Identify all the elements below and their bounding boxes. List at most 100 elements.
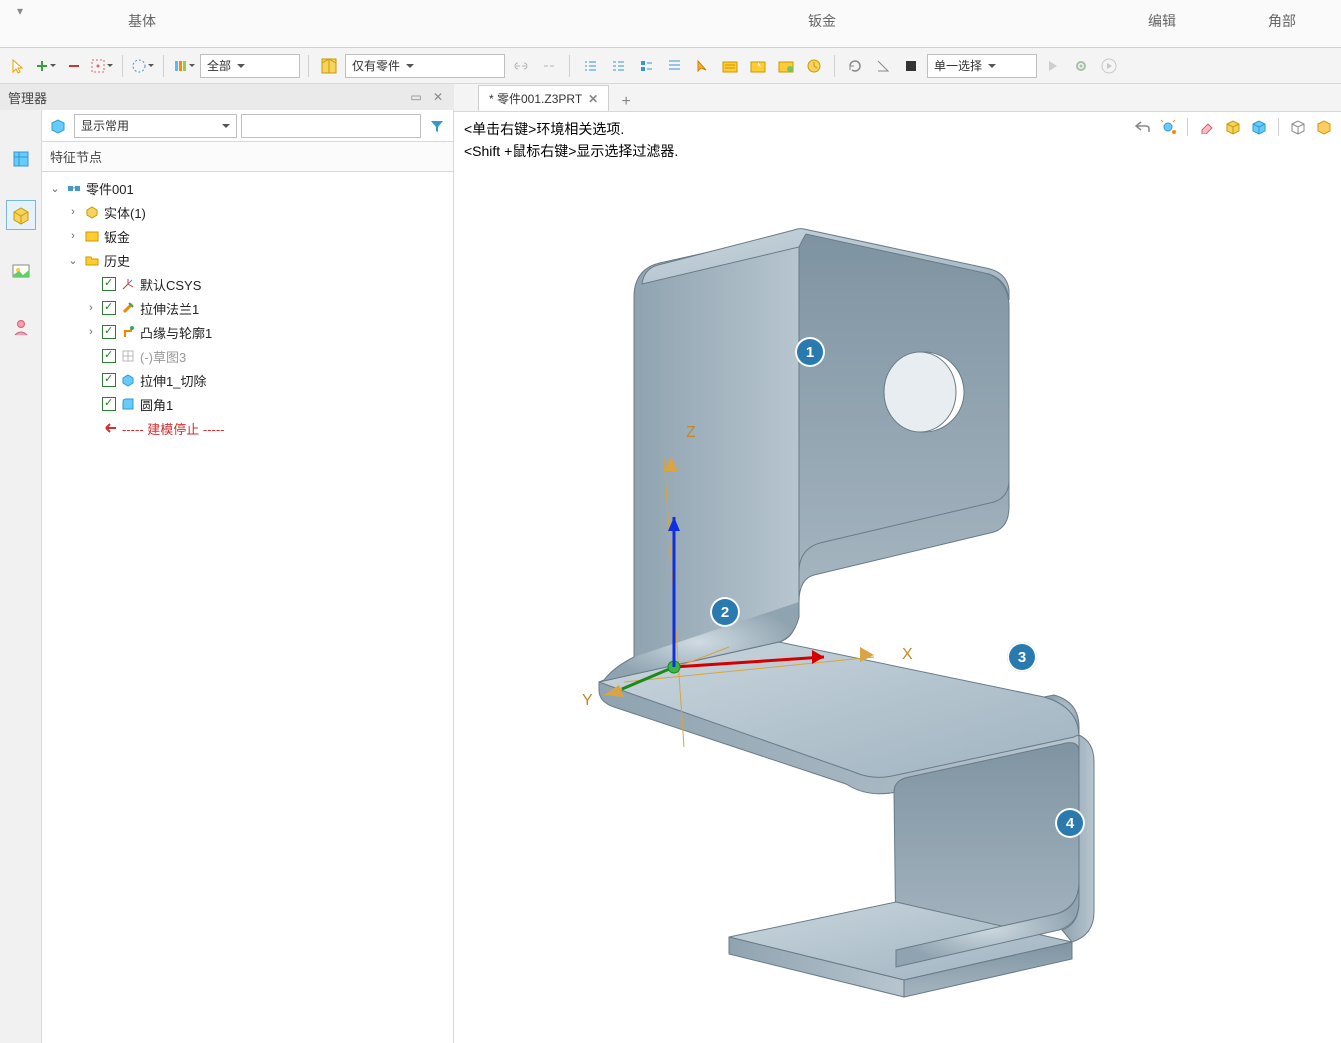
ribbon-tab-sheetmetal[interactable]: 钣金 bbox=[180, 0, 860, 47]
tree-node-flange[interactable]: ›拉伸法兰1 bbox=[44, 296, 451, 320]
feature-tree: ⌄零件001 ›实体(1) ›钣金 ⌄历史 默认CSYS ›拉伸法兰1 ›凸缘与… bbox=[42, 172, 453, 1043]
axis-z-label: Z bbox=[686, 424, 696, 441]
arrow-icon[interactable] bbox=[1041, 54, 1065, 78]
flange-icon bbox=[120, 300, 136, 316]
ribbon-tab-edit[interactable]: 编辑 bbox=[860, 0, 1200, 47]
play-icon[interactable] bbox=[1097, 54, 1121, 78]
cube-gold-icon[interactable] bbox=[1313, 116, 1335, 138]
angle-icon[interactable] bbox=[871, 54, 895, 78]
ribbon-tab-corner[interactable]: 角部 bbox=[1200, 0, 1320, 47]
stop-rec-icon[interactable] bbox=[899, 54, 923, 78]
link-icon[interactable] bbox=[509, 54, 533, 78]
cursor-icon[interactable] bbox=[6, 54, 30, 78]
unlink-icon[interactable] bbox=[537, 54, 561, 78]
wireframe-cube-icon[interactable] bbox=[1287, 116, 1309, 138]
side-icons bbox=[0, 110, 42, 1043]
tree-node-extrude-cut[interactable]: 拉伸1_切除 bbox=[44, 368, 451, 392]
sketch-icon bbox=[120, 348, 136, 364]
add-icon[interactable] bbox=[34, 54, 58, 78]
tree-node-sketch[interactable]: (-)草图3 bbox=[44, 344, 451, 368]
ribbon-tab-label: 角部 bbox=[1268, 11, 1296, 37]
cube-blue-icon[interactable] bbox=[1248, 116, 1270, 138]
funnel-icon[interactable] bbox=[425, 114, 449, 138]
side-image-icon[interactable] bbox=[6, 256, 36, 286]
pointer-icon[interactable] bbox=[690, 54, 714, 78]
folder-icon[interactable] bbox=[718, 54, 742, 78]
expand-icon[interactable]: › bbox=[66, 230, 80, 242]
axis-y-label: Y bbox=[582, 692, 593, 709]
selection-circle-icon[interactable] bbox=[131, 54, 155, 78]
tree-node-contour[interactable]: ›凸缘与轮廓1 bbox=[44, 320, 451, 344]
list2-icon[interactable] bbox=[606, 54, 630, 78]
folder-clock-icon[interactable] bbox=[774, 54, 798, 78]
list3-icon[interactable] bbox=[634, 54, 658, 78]
3d-canvas[interactable]: <单击右键>环境相关选项. <Shift +鼠标右键>显示选择过滤器. bbox=[454, 112, 1341, 1043]
cube-small-icon[interactable] bbox=[46, 114, 70, 138]
callout-3: 3 bbox=[1007, 642, 1037, 672]
part-box-icon[interactable] bbox=[317, 54, 341, 78]
layers-icon[interactable] bbox=[172, 54, 196, 78]
tree-node-sheetmetal[interactable]: ›钣金 bbox=[44, 224, 451, 248]
folder-open-icon bbox=[84, 252, 100, 268]
csys-icon bbox=[120, 276, 136, 292]
selection-box-icon[interactable] bbox=[90, 54, 114, 78]
list4-icon[interactable] bbox=[662, 54, 686, 78]
ribbon-tab-label: 编辑 bbox=[1148, 11, 1176, 37]
filter-parts-select[interactable]: 仅有零件 bbox=[345, 54, 505, 78]
toolbar: 全部 仅有零件 单一选择 bbox=[0, 48, 1341, 84]
expand-icon[interactable]: › bbox=[66, 206, 80, 218]
expand-icon[interactable]: ⌄ bbox=[48, 182, 62, 195]
close-icon[interactable]: ✕ bbox=[430, 89, 446, 105]
tree-node-fillet[interactable]: 圆角1 bbox=[44, 392, 451, 416]
manager-title: 管理器 ▭ ✕ bbox=[0, 84, 454, 110]
expand-icon[interactable]: › bbox=[84, 326, 98, 338]
view-toolbar bbox=[1131, 116, 1335, 138]
ribbon-handle[interactable]: ▾ bbox=[0, 0, 40, 47]
eraser-icon[interactable] bbox=[1196, 116, 1218, 138]
rotate-view-icon[interactable] bbox=[1157, 116, 1179, 138]
expand-icon[interactable]: › bbox=[84, 302, 98, 314]
tree-header-label: 特征节点 bbox=[50, 147, 102, 166]
refresh-icon[interactable] bbox=[843, 54, 867, 78]
select-mode-select[interactable]: 单一选择 bbox=[927, 54, 1037, 78]
list1-icon[interactable] bbox=[578, 54, 602, 78]
clock-icon[interactable] bbox=[802, 54, 826, 78]
document-tab[interactable]: * 零件001.Z3PRT ✕ bbox=[478, 85, 609, 111]
checkbox-icon[interactable] bbox=[102, 349, 116, 363]
expand-icon[interactable]: ⌄ bbox=[66, 254, 80, 267]
gear-icon[interactable] bbox=[1069, 54, 1093, 78]
filter-input[interactable] bbox=[241, 114, 421, 138]
side-cube-icon[interactable] bbox=[6, 144, 36, 174]
panel-filter-row: 显示常用 bbox=[42, 110, 453, 142]
document-tab-label: * 零件001.Z3PRT bbox=[489, 90, 582, 107]
document-tabs: * 零件001.Z3PRT ✕ + bbox=[454, 84, 1341, 112]
checkbox-icon[interactable] bbox=[102, 397, 116, 411]
side-user-icon[interactable] bbox=[6, 312, 36, 342]
restore-icon[interactable]: ▭ bbox=[408, 89, 424, 105]
ribbon-tab-base[interactable]: 基体 bbox=[40, 0, 180, 47]
close-tab-icon[interactable]: ✕ bbox=[588, 92, 598, 106]
checkbox-icon[interactable] bbox=[102, 301, 116, 315]
contour-icon bbox=[120, 324, 136, 340]
folder-closed-icon bbox=[84, 228, 100, 244]
tree-node-history[interactable]: ⌄历史 bbox=[44, 248, 451, 272]
ribbon-tabs: ▾ 基体 钣金 编辑 角部 bbox=[0, 0, 1341, 48]
tree-node-stop[interactable]: ----- 建模停止 ----- bbox=[44, 416, 451, 440]
tree-node-solid[interactable]: ›实体(1) bbox=[44, 200, 451, 224]
display-common-select[interactable]: 显示常用 bbox=[74, 114, 237, 138]
tree-columns-header: 特征节点 bbox=[42, 142, 453, 172]
cube-yellow-icon[interactable] bbox=[1222, 116, 1244, 138]
remove-icon[interactable] bbox=[62, 54, 86, 78]
extrude-cut-icon bbox=[120, 372, 136, 388]
folder-pointer-icon[interactable] bbox=[746, 54, 770, 78]
undo-view-icon[interactable] bbox=[1131, 116, 1153, 138]
tree-node-csys[interactable]: 默认CSYS bbox=[44, 272, 451, 296]
filter-all-select[interactable]: 全部 bbox=[200, 54, 300, 78]
tree-node-root[interactable]: ⌄零件001 bbox=[44, 176, 451, 200]
checkbox-icon[interactable] bbox=[102, 325, 116, 339]
add-tab-icon[interactable]: + bbox=[615, 93, 637, 111]
checkbox-icon[interactable] bbox=[102, 277, 116, 291]
solid-icon bbox=[84, 204, 100, 220]
side-box-icon[interactable] bbox=[6, 200, 36, 230]
checkbox-icon[interactable] bbox=[102, 373, 116, 387]
